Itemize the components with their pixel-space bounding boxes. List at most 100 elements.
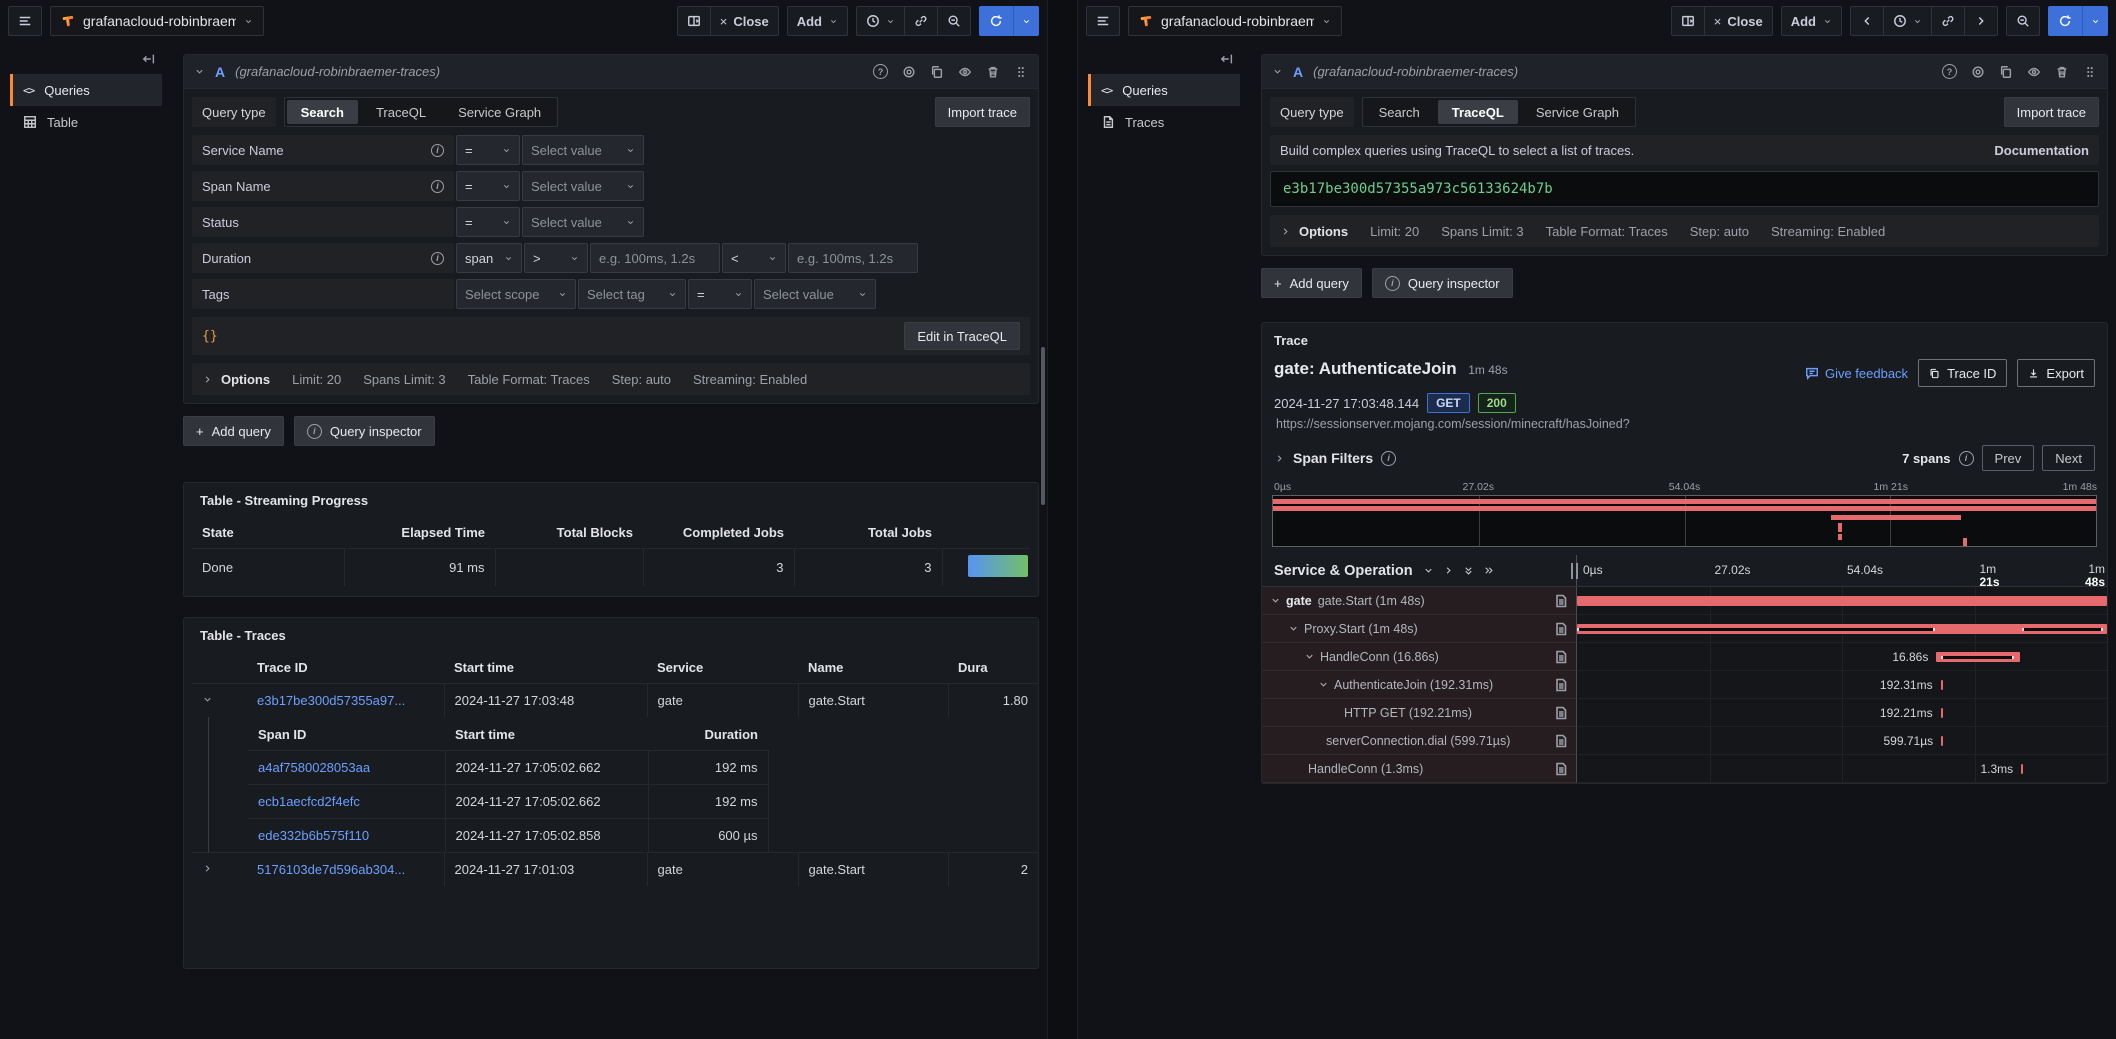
sidebar-item-queries[interactable]: <> Queries — [1088, 74, 1240, 106]
split-pane-button[interactable] — [1672, 7, 1705, 35]
add-button[interactable]: Add — [1781, 6, 1842, 36]
info-icon[interactable]: i — [1381, 451, 1396, 466]
panel-title[interactable]: Table - Streaming Progress — [184, 483, 1038, 517]
sidebar-item-queries[interactable]: <> Queries — [10, 74, 162, 106]
status-operator-select[interactable]: = — [456, 207, 520, 237]
record-icon[interactable] — [1971, 65, 1985, 79]
prev-span-button[interactable]: Prev — [1982, 445, 2035, 471]
edit-in-traceql-button[interactable]: Edit in TraceQL — [904, 322, 1020, 350]
duration-scope-select[interactable]: span — [456, 243, 522, 273]
time-shift-forward-button[interactable] — [1965, 7, 1997, 35]
pane-divider[interactable] — [1048, 0, 1078, 1039]
chevron-down-icon[interactable] — [1304, 651, 1315, 662]
column-header[interactable]: Trace ID — [247, 652, 444, 684]
collapse-outline-button[interactable] — [1088, 48, 1240, 74]
close-split-button[interactable]: ×Close — [711, 7, 778, 35]
query-inspector-button[interactable]: iQuery inspector — [294, 416, 435, 446]
options-bar[interactable]: Options Limit: 20 Spans Limit: 3 Table F… — [192, 363, 1030, 395]
span-bar[interactable] — [1941, 708, 1944, 718]
duration-lt-input[interactable]: e.g. 100ms, 1.2s — [788, 243, 918, 273]
give-feedback-link[interactable]: Give feedback — [1805, 366, 1908, 381]
chevron-down-icon[interactable] — [1270, 595, 1281, 606]
query-row-header[interactable]: A (grafanacloud-robinbraemer-traces) ? — [184, 55, 1038, 89]
chevron-right-icon[interactable] — [1274, 453, 1285, 464]
query-inspector-button[interactable]: iQuery inspector — [1372, 268, 1513, 298]
next-span-button[interactable]: Next — [2042, 445, 2095, 471]
column-header[interactable]: Start time — [445, 717, 648, 751]
copy-query-icon[interactable] — [1999, 65, 2013, 79]
span-id-link[interactable]: ecb1aecfcd2f4efc — [258, 794, 360, 809]
span-bar[interactable] — [1577, 624, 2107, 634]
span-row[interactable]: Proxy.Start (1m 48s) — [1262, 615, 2107, 643]
expand-row-icon[interactable] — [202, 863, 213, 874]
duration-lt-operator-select[interactable]: < — [722, 243, 786, 273]
info-icon[interactable]: i — [431, 144, 444, 157]
logs-icon[interactable] — [1554, 594, 1576, 608]
add-button[interactable]: Add — [787, 6, 848, 36]
logs-icon[interactable] — [1554, 706, 1576, 720]
query-type-service-graph[interactable]: Service Graph — [444, 100, 555, 124]
column-header[interactable]: Duration — [648, 717, 768, 751]
chevron-down-icon[interactable] — [1318, 679, 1329, 690]
documentation-link[interactable]: Documentation — [1994, 143, 2089, 158]
hide-response-icon[interactable] — [2027, 65, 2041, 79]
export-button[interactable]: Export — [2017, 359, 2095, 387]
query-type-search[interactable]: Search — [287, 100, 358, 124]
info-icon[interactable]: i — [431, 252, 444, 265]
logs-icon[interactable] — [1554, 622, 1576, 636]
copy-query-icon[interactable] — [930, 65, 944, 79]
collapse-row-icon[interactable] — [202, 694, 213, 705]
query-type-search[interactable]: Search — [1365, 100, 1434, 124]
column-header[interactable]: Service — [647, 652, 798, 684]
help-icon[interactable]: ? — [873, 64, 888, 79]
info-icon[interactable]: i — [431, 180, 444, 193]
span-row[interactable]: AuthenticateJoin (192.31ms) 192.31ms — [1262, 671, 2107, 699]
scrollbar[interactable] — [1041, 347, 1045, 505]
column-header[interactable]: Start time — [444, 652, 647, 684]
service-name-value-select[interactable]: Select value — [522, 135, 644, 165]
chevron-down-icon[interactable] — [1423, 565, 1434, 576]
span-bar[interactable] — [1936, 652, 2020, 662]
column-header[interactable]: Total Jobs — [794, 517, 942, 549]
sidebar-item-table[interactable]: Table — [10, 106, 162, 138]
logs-icon[interactable] — [1554, 734, 1576, 748]
time-shift-back-button[interactable] — [1851, 7, 1884, 35]
zoom-out-button[interactable] — [2006, 6, 2040, 36]
options-bar[interactable]: Options Limit: 20 Spans Limit: 3 Table F… — [1270, 215, 2099, 247]
import-trace-button[interactable]: Import trace — [935, 97, 1030, 127]
span-bar[interactable] — [2021, 764, 2023, 774]
logs-icon[interactable] — [1554, 650, 1576, 664]
column-header[interactable]: Elapsed Time — [344, 517, 495, 549]
span-row[interactable]: HTTP GET (192.21ms) 192.21ms — [1262, 699, 2107, 727]
split-pane-button[interactable] — [678, 7, 711, 35]
span-row[interactable]: HandleConn (1.3ms) 1.3ms — [1262, 755, 2107, 783]
column-resize-handle[interactable] — [1571, 563, 1578, 579]
span-name-operator-select[interactable]: = — [456, 171, 520, 201]
help-icon[interactable]: ? — [1942, 64, 1957, 79]
tags-tag-select[interactable]: Select tag — [578, 279, 686, 309]
run-query-button[interactable] — [2048, 6, 2108, 36]
tags-scope-select[interactable]: Select scope — [456, 279, 576, 309]
column-header[interactable]: State — [192, 517, 344, 549]
hide-response-icon[interactable] — [958, 65, 972, 79]
logs-icon[interactable] — [1554, 762, 1576, 776]
minimap-canvas[interactable] — [1272, 495, 2097, 547]
remove-query-icon[interactable] — [986, 65, 1000, 79]
trace-id-link[interactable]: e3b17be300d57355a97... — [257, 693, 405, 708]
add-query-button[interactable]: +Add query — [1261, 268, 1362, 298]
drag-handle-icon[interactable] — [1014, 65, 1028, 79]
refresh-interval-picker[interactable] — [1013, 6, 1039, 36]
tags-operator-select[interactable]: = — [688, 279, 752, 309]
panel-title[interactable]: Table - Traces — [184, 618, 1038, 652]
datasource-picker[interactable]: grafanacloud-robinbraem — [1128, 6, 1342, 36]
span-bar[interactable] — [1941, 736, 1943, 746]
chevron-down-icon[interactable] — [1288, 623, 1299, 634]
info-icon[interactable]: i — [1959, 451, 1974, 466]
import-trace-button[interactable]: Import trace — [2004, 97, 2099, 127]
copy-link-button[interactable] — [905, 7, 938, 35]
drag-handle-icon[interactable] — [2083, 65, 2097, 79]
add-query-button[interactable]: +Add query — [183, 416, 284, 446]
chevron-right-icon[interactable] — [1443, 565, 1454, 576]
close-split-button[interactable]: ×Close — [1705, 7, 1772, 35]
tags-value-select[interactable]: Select value — [754, 279, 876, 309]
